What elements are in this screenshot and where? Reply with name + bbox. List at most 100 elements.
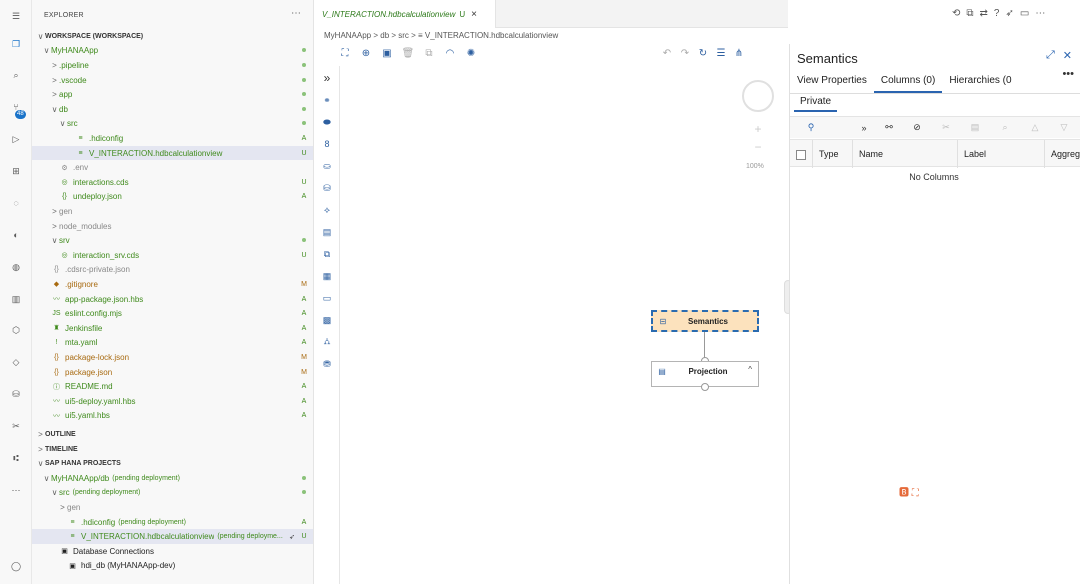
intersect-icon[interactable]: ⛀ xyxy=(319,158,335,174)
deploy-rocket-icon[interactable]: ➶ xyxy=(1005,8,1013,19)
settings-icon[interactable]: ✺ xyxy=(464,46,478,60)
tools-icon[interactable]: ✂ xyxy=(6,416,26,436)
section-header[interactable]: > TIMELINE xyxy=(32,442,313,457)
more-icon[interactable]: ⋯ xyxy=(6,480,26,500)
tree-item[interactable]: ! mta.yaml A xyxy=(32,336,313,351)
chevron-down-icon[interactable]: ∨ xyxy=(42,46,51,55)
subtab-private[interactable]: Private xyxy=(794,94,838,112)
breadcrumb[interactable]: MyHANAApp > db > src > ≡ V_INTERACTION.h… xyxy=(324,31,558,40)
tab-hierarchies[interactable]: Hierarchies (0 xyxy=(942,72,1018,93)
col-name[interactable]: Name xyxy=(852,140,957,168)
remote-icon[interactable]: ◌ xyxy=(6,193,26,213)
tree-item[interactable]: ◆ .gitignore M xyxy=(32,277,313,292)
node-port-bottom[interactable] xyxy=(701,383,709,391)
chevron-down-icon[interactable]: ∨ xyxy=(42,474,51,483)
delete-icon[interactable]: 🗑 xyxy=(401,46,415,60)
section-header[interactable]: ∨ WORKSPACE (WORKSPACE) xyxy=(32,29,313,44)
tree-item[interactable]: ◎ interactions.cds U xyxy=(32,175,313,190)
chevron-right-icon[interactable]: > xyxy=(50,76,59,85)
tree-item[interactable]: > gen xyxy=(32,500,313,515)
tree-item[interactable]: ◎ interaction_srv.cds U xyxy=(32,248,313,263)
section-header[interactable]: ∨ SAP HANA PROJECTS xyxy=(32,456,313,471)
tree-item[interactable]: ∨ db xyxy=(32,102,313,117)
propagate-icon[interactable]: » xyxy=(857,123,871,133)
tree-item[interactable]: 〰 ui5-deploy.yaml.hbs A xyxy=(32,394,313,409)
tree-item[interactable]: ∨ src (pending deployment) xyxy=(32,486,313,501)
window-icon[interactable]: ▭ xyxy=(319,290,335,306)
minus-icon[interactable]: ⛁ xyxy=(319,180,335,196)
chevron-right-icon[interactable]: > xyxy=(36,445,45,454)
clipboard-icon[interactable]: ▤ xyxy=(968,122,982,133)
save-icon[interactable]: ▣ xyxy=(380,46,394,60)
chevron-right-icon[interactable]: > xyxy=(50,222,59,231)
tab-v-interaction[interactable]: V_INTERACTION.hdbcalculationview U × xyxy=(314,0,496,28)
chevron-down-icon[interactable]: ∨ xyxy=(36,459,45,468)
account-icon[interactable]: ◯ xyxy=(6,556,26,576)
gauge-icon[interactable]: ◠ xyxy=(443,46,457,60)
copy-icon[interactable]: ⧉ xyxy=(422,46,436,60)
assistant-icon[interactable]: 🅱 ⛶ xyxy=(899,484,919,499)
tab-close-icon[interactable]: × xyxy=(471,9,477,20)
anonymization-icon[interactable]: ⛃ xyxy=(319,356,335,372)
tree-item[interactable]: > .vscode xyxy=(32,73,313,88)
help-icon[interactable]: ? xyxy=(994,8,1000,19)
tree-item[interactable]: 〰 ui5.yaml.hbs A xyxy=(32,409,313,424)
split-editor-icon[interactable]: ▭ xyxy=(1020,8,1029,19)
close-icon[interactable]: ✕ xyxy=(1063,49,1072,62)
tree-item[interactable]: > .pipeline xyxy=(32,58,313,73)
non-equi-join-icon[interactable]: ⬬ xyxy=(319,114,335,130)
editor-more-icon[interactable]: ⋯ xyxy=(1035,8,1045,19)
filter-icon[interactable]: ⚲ xyxy=(804,122,818,133)
library-icon[interactable]: ▥ xyxy=(6,289,26,309)
refresh-icon[interactable]: ↻ xyxy=(696,46,710,60)
tree-item[interactable]: ∨ srv xyxy=(32,233,313,248)
history-icon[interactable]: ⟲ xyxy=(952,8,960,19)
table-function-icon[interactable]: ▩ xyxy=(319,312,335,328)
database-icon[interactable]: ⛁ xyxy=(6,384,26,404)
undo-icon[interactable]: ↶ xyxy=(660,46,674,60)
col-type[interactable]: Type xyxy=(812,140,852,168)
hana-icon[interactable]: ⬡ xyxy=(6,320,26,340)
chevron-right-icon[interactable]: > xyxy=(50,207,59,216)
layout-icon[interactable]: ☰ xyxy=(714,46,728,60)
tree-item[interactable]: > node_modules xyxy=(32,219,313,234)
menu-icon[interactable]: ☰ xyxy=(6,6,26,26)
git-graph-icon[interactable]: ⑆ xyxy=(6,448,26,468)
zoom-in-icon[interactable]: + xyxy=(750,120,766,138)
collapse-node-icon[interactable]: ^ xyxy=(748,365,752,374)
tree-item[interactable]: ∨ MyHANAApp xyxy=(32,44,313,59)
deploy-icon[interactable]: ◐ xyxy=(6,225,26,245)
navigation-control[interactable] xyxy=(742,80,774,112)
chevron-down-icon[interactable]: ∨ xyxy=(50,236,59,245)
tree-item[interactable]: ≡ V_INTERACTION.hdbcalculationview (pendin… xyxy=(32,529,313,544)
tree-item[interactable]: ≡ .hdiconfig (pending deployment) A xyxy=(32,515,313,530)
union-icon[interactable]: 8 xyxy=(319,136,335,152)
tree-item[interactable]: > app xyxy=(32,87,313,102)
rank-icon[interactable]: ▦ xyxy=(319,268,335,284)
tree-item[interactable]: ♜ Jenkinsfile A xyxy=(32,321,313,336)
tree-item[interactable]: ∨ src xyxy=(32,117,313,132)
move-up-icon[interactable]: △ xyxy=(1028,122,1042,133)
link-icon[interactable]: ⚯ xyxy=(882,122,896,133)
col-aggregation[interactable]: Aggreg xyxy=(1044,140,1080,168)
aggregation-icon[interactable]: ⧉ xyxy=(319,246,335,262)
tree-item[interactable]: 〰 app-package.json.hbs A xyxy=(32,292,313,307)
chevron-down-icon[interactable]: ∨ xyxy=(36,32,45,41)
cloud-icon[interactable]: ◍ xyxy=(6,257,26,277)
hierarchy-icon[interactable]: ⛶ xyxy=(338,46,352,60)
redo-icon[interactable]: ↷ xyxy=(678,46,692,60)
explorer-icon[interactable]: ❐ xyxy=(6,34,26,54)
tab-columns[interactable]: Columns (0) xyxy=(873,72,943,93)
chevron-right-icon[interactable]: > xyxy=(36,430,45,439)
tree-item[interactable]: ∨ MyHANAApp/db (pending deployment) xyxy=(32,471,313,486)
search-icon[interactable]: ⌕ xyxy=(6,65,26,85)
tabs-more-icon[interactable]: ••• xyxy=(1062,68,1074,80)
tree-item[interactable]: ≡ .hdiconfig A xyxy=(32,131,313,146)
tab-view-properties[interactable]: View Properties xyxy=(790,72,874,93)
join-icon[interactable]: ⚭ xyxy=(319,92,335,108)
col-label[interactable]: Label xyxy=(957,140,1044,168)
diamond-icon[interactable]: ◇ xyxy=(6,352,26,372)
open-file-icon[interactable]: ⧉ xyxy=(966,8,973,19)
tree-item[interactable]: ≡ V_INTERACTION.hdbcalculationview U xyxy=(32,145,313,161)
move-down-icon[interactable]: ▽ xyxy=(1057,122,1071,133)
